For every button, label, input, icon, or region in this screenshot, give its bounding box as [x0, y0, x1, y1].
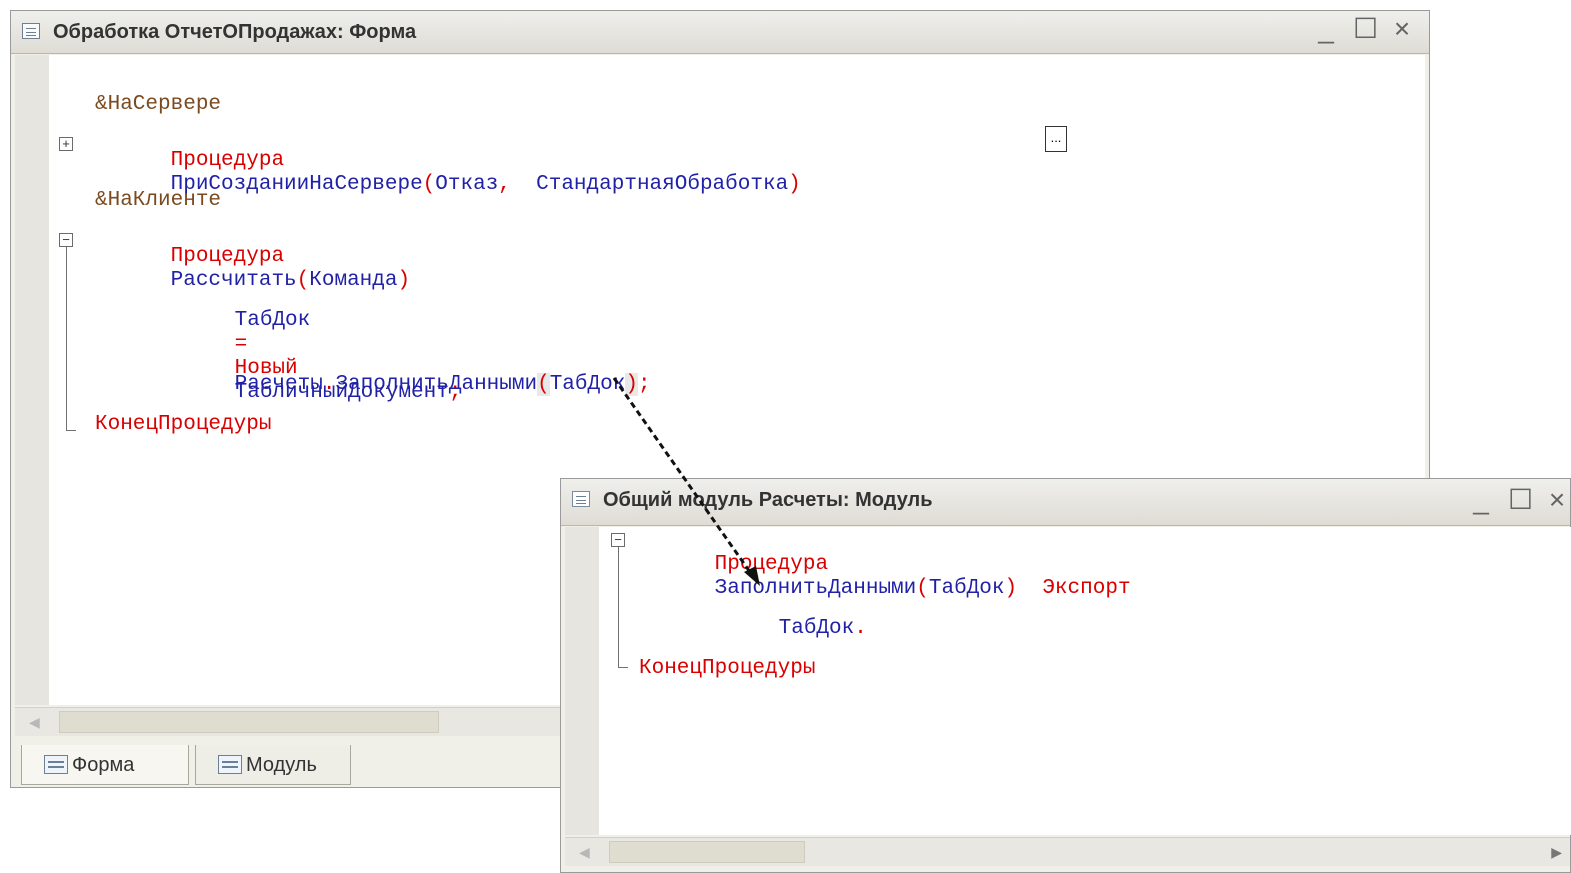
- collapsed-code-ellipsis[interactable]: ...: [1045, 126, 1067, 152]
- param-otkaz: Отказ: [435, 173, 499, 196]
- scroll-thumb[interactable]: [59, 711, 439, 733]
- scroll-thumb[interactable]: [609, 841, 805, 863]
- document-icon: [572, 491, 590, 507]
- paren-close-highlight: ): [625, 373, 638, 396]
- code-line-new-doc: ТабДок = Новый ТабличныйДокумент;: [159, 285, 462, 404]
- directive-server: &НаСервере: [95, 93, 222, 116]
- form-tab-icon: [44, 755, 68, 774]
- common-module-controls: _ ☐ ×: [1470, 486, 1568, 514]
- tab-form[interactable]: Форма: [21, 745, 189, 785]
- paren-open: (: [916, 577, 929, 600]
- form-window-titlebar[interactable]: Обработка ОтчетОПродажах: Форма _ ☐ ×: [11, 11, 1429, 54]
- module-name: Расчеты: [234, 373, 323, 396]
- argument-tabdok: ТабДок: [549, 373, 626, 396]
- variable-tabdok: ТабДок: [234, 309, 311, 332]
- expand-icon[interactable]: +: [59, 137, 73, 151]
- method-name: ЗаполнитьДанными: [335, 373, 538, 396]
- common-module-title: Общий модуль Расчеты: Модуль: [603, 489, 933, 511]
- keyword-export: Экспорт: [1042, 577, 1131, 600]
- fold-end: [618, 667, 628, 668]
- common-module-window[interactable]: Общий модуль Расчеты: Модуль _ ☐ × − Про…: [560, 478, 1571, 873]
- code-line-call-fill: Расчеты.ЗаполнитьДанными(ТабДок);: [159, 349, 651, 396]
- code-line-end-procedure: КонецПроцедуры: [95, 413, 272, 436]
- semicolon: ;: [637, 373, 651, 396]
- common-module-code-editor[interactable]: − Процедура ЗаполнитьДанными(ТабДок) Экс…: [565, 527, 1571, 835]
- scroll-left-icon[interactable]: ◀: [579, 844, 590, 861]
- maximize-button[interactable]: ☐: [1508, 486, 1533, 514]
- close-button[interactable]: ×: [1391, 15, 1413, 43]
- code-line-end-procedure: КонецПроцедуры: [639, 657, 816, 680]
- common-module-horizontal-scrollbar[interactable]: ◀ ▶: [565, 837, 1570, 866]
- minimize-button[interactable]: _: [1315, 15, 1337, 43]
- minimize-button[interactable]: _: [1470, 486, 1492, 514]
- keyword-procedure: Процедура: [714, 553, 829, 576]
- tab-form-label: Форма: [72, 754, 135, 776]
- param-standard-processing: СтандартнаяОбработка: [536, 173, 789, 196]
- scroll-left-icon[interactable]: ◀: [29, 714, 40, 731]
- collapse-icon[interactable]: −: [59, 233, 73, 247]
- code-line-procedure-fill: Процедура ЗаполнитьДанными(ТабДок) Экспо…: [639, 529, 1131, 600]
- common-module-titlebar[interactable]: Общий модуль Расчеты: Модуль _ ☐ ×: [561, 479, 1570, 526]
- paren-close: ): [1004, 577, 1018, 600]
- maximize-button[interactable]: ☐: [1353, 15, 1378, 43]
- tab-module[interactable]: Модуль: [195, 745, 351, 785]
- comma: ,: [498, 173, 511, 196]
- form-window-title: Обработка ОтчетОПродажах: Форма: [53, 21, 417, 43]
- directive-client: &НаКлиенте: [95, 189, 222, 212]
- fold-end: [66, 430, 76, 431]
- close-button[interactable]: ×: [1546, 486, 1568, 514]
- fold-line: [66, 247, 67, 430]
- module-tab-icon: [218, 755, 242, 774]
- code-line-tabdok-dot: ТабДок.: [703, 593, 867, 640]
- dot: .: [854, 617, 867, 640]
- scroll-right-icon[interactable]: ▶: [1551, 844, 1562, 861]
- paren-open-highlight: (: [537, 373, 550, 396]
- keyword-procedure: Процедура: [170, 245, 285, 268]
- fold-line: [618, 547, 619, 667]
- param-tabdok: ТабДок: [928, 577, 1005, 600]
- paren-open: (: [422, 173, 436, 196]
- dot: .: [322, 373, 336, 396]
- variable-tabdok: ТабДок: [778, 617, 855, 640]
- collapse-icon[interactable]: −: [611, 533, 625, 547]
- keyword-procedure: Процедура: [170, 149, 285, 172]
- tab-module-label: Модуль: [246, 754, 317, 776]
- form-window-controls: _ ☐ ×: [1315, 15, 1413, 43]
- paren-close: ): [788, 173, 801, 196]
- form-icon: [22, 23, 40, 39]
- code-line-procedure-calc: Процедура Рассчитать(Команда): [95, 221, 410, 292]
- code-line-procedure-oncreate: Процедура ПриСозданииНаСервере(Отказ, Ст…: [95, 125, 801, 196]
